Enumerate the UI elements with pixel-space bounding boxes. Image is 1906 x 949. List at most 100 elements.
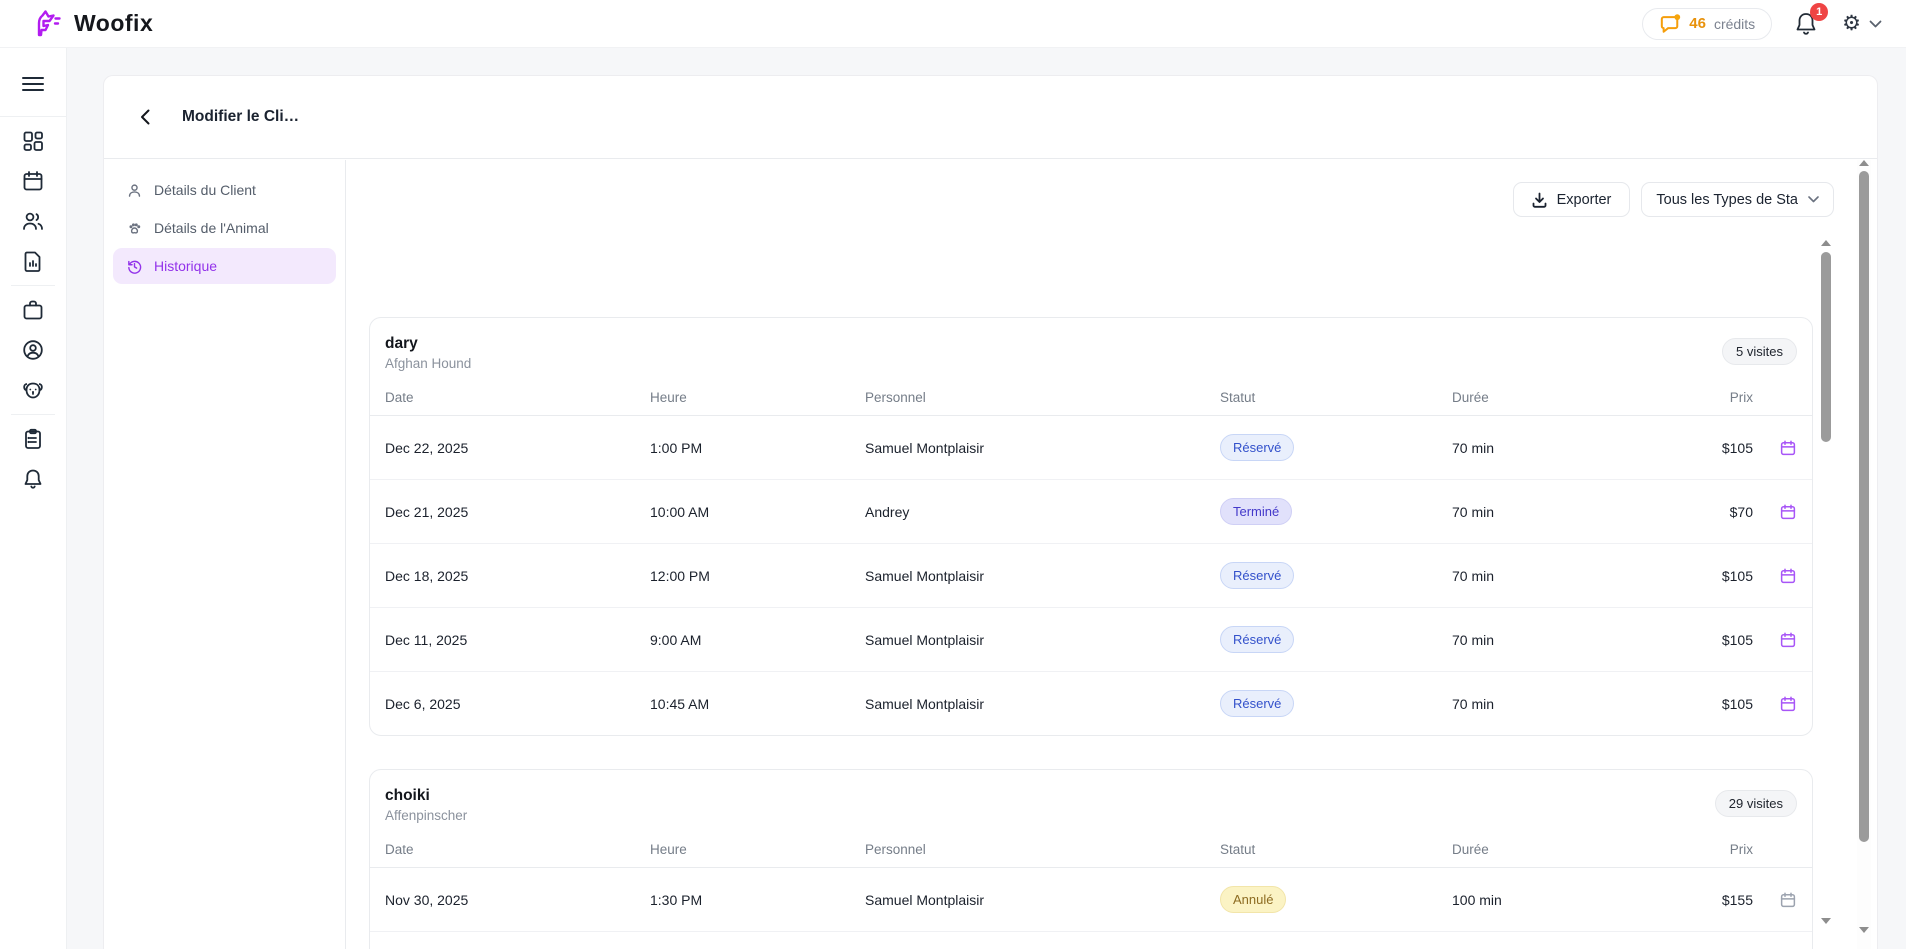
back-button[interactable] xyxy=(130,102,160,132)
visit-time: 10:00 AM xyxy=(650,504,865,520)
visit-date: Dec 6, 2025 xyxy=(385,696,650,712)
visit-status-cell: Terminé xyxy=(1220,498,1452,526)
visit-time: 10:45 AM xyxy=(650,696,865,712)
credits-pill[interactable]: 46 crédits xyxy=(1642,8,1772,40)
visit-staff: Andrey xyxy=(865,504,1220,520)
table-header-row: DateHeurePersonnelStatutDuréePrix xyxy=(370,379,1812,415)
sidebar-item-clients[interactable] xyxy=(13,203,53,239)
visit-row[interactable]: Nov 5, 2025 11:00 AM Isabella Terminé 70… xyxy=(370,931,1812,949)
status-type-filter[interactable]: Tous les Types de Sta xyxy=(1641,182,1834,217)
visit-time: 1:30 PM xyxy=(650,892,865,908)
column-header: Date xyxy=(385,842,650,857)
visit-calendar-cell[interactable] xyxy=(1753,503,1797,521)
sidebar-item-calendar[interactable] xyxy=(13,163,53,199)
sidebar-item-staff[interactable] xyxy=(13,332,53,368)
visit-date: Dec 18, 2025 xyxy=(385,568,650,584)
subnav-item-pet-details[interactable]: Détails de l'Animal xyxy=(113,210,336,246)
visit-calendar-cell[interactable] xyxy=(1753,439,1797,457)
collapse-menu-button[interactable] xyxy=(13,66,53,102)
scrollbar-thumb[interactable] xyxy=(1859,171,1869,842)
visit-price: $70 xyxy=(1699,504,1753,520)
visit-calendar-cell[interactable] xyxy=(1753,631,1797,649)
visit-price: $105 xyxy=(1699,568,1753,584)
visit-row[interactable]: Dec 6, 2025 10:45 AM Samuel Montplaisir … xyxy=(370,671,1812,735)
export-label: Exporter xyxy=(1557,192,1612,208)
column-header: Statut xyxy=(1220,390,1452,405)
pet-name: dary xyxy=(385,335,471,353)
calendar-icon xyxy=(1779,439,1797,457)
pet-history-card: choiki Affenpinscher 29 visites DateHeur… xyxy=(369,769,1813,949)
brand-name: Woofix xyxy=(74,10,153,37)
column-header: Prix xyxy=(1699,390,1753,405)
outer-scrollbar[interactable] xyxy=(1857,160,1871,949)
sidebar-item-services[interactable] xyxy=(13,292,53,328)
sidebar-item-dashboard[interactable] xyxy=(13,123,53,159)
dog-face-icon xyxy=(21,378,45,402)
subnav-item-history[interactable]: Historique xyxy=(113,248,336,284)
sidebar-item-reports[interactable] xyxy=(13,243,53,279)
divider xyxy=(11,285,55,286)
notification-count-badge: 1 xyxy=(1810,3,1828,21)
sidebar-item-tasks[interactable] xyxy=(13,421,53,457)
visit-date: Dec 11, 2025 xyxy=(385,632,650,648)
edit-client-panel: Modifier le Cli… Détails du Client Détai… xyxy=(103,75,1878,949)
chevron-down-icon xyxy=(1808,196,1819,203)
visit-row[interactable]: Dec 21, 2025 10:00 AM Andrey Terminé 70 … xyxy=(370,479,1812,543)
history-toolbar: Exporter Tous les Types de Sta xyxy=(346,160,1877,217)
client-subnav: Détails du Client Détails de l'Animal Hi… xyxy=(104,160,346,949)
visit-price: $105 xyxy=(1699,696,1753,712)
visit-row[interactable]: Dec 11, 2025 9:00 AM Samuel Montplaisir … xyxy=(370,607,1812,671)
visit-price: $105 xyxy=(1699,440,1753,456)
visit-row[interactable]: Nov 30, 2025 1:30 PM Samuel Montplaisir … xyxy=(370,867,1812,931)
column-header: Personnel xyxy=(865,842,1220,857)
visit-status-cell: Réservé xyxy=(1220,690,1452,718)
settings-menu-button[interactable]: ⚙ xyxy=(1842,13,1882,34)
pet-history-card: dary Afghan Hound 5 visites DateHeurePer… xyxy=(369,317,1813,736)
sidebar-item-pets[interactable] xyxy=(13,372,53,408)
visit-row[interactable]: Dec 18, 2025 12:00 PM Samuel Montplaisir… xyxy=(370,543,1812,607)
credits-label: crédits xyxy=(1714,16,1755,32)
visit-staff: Samuel Montplaisir xyxy=(865,696,1220,712)
pet-breed: Affenpinscher xyxy=(385,808,467,823)
export-button[interactable]: Exporter xyxy=(1513,182,1631,217)
scroll-down-arrow[interactable] xyxy=(1859,927,1869,933)
sidebar-item-notifications[interactable] xyxy=(13,461,53,497)
visit-status-cell: Annulé xyxy=(1220,886,1452,914)
pet-name: choiki xyxy=(385,787,467,805)
visit-status-cell: Réservé xyxy=(1220,562,1452,590)
visit-calendar-cell[interactable] xyxy=(1753,891,1797,909)
subnav-label: Historique xyxy=(154,258,217,274)
visit-staff: Samuel Montplaisir xyxy=(865,892,1220,908)
scrollbar-thumb[interactable] xyxy=(1821,252,1831,442)
calendar-icon xyxy=(1779,567,1797,585)
visit-calendar-cell[interactable] xyxy=(1753,695,1797,713)
hamburger-icon xyxy=(22,76,44,92)
visit-calendar-cell[interactable] xyxy=(1753,567,1797,585)
scroll-down-arrow[interactable] xyxy=(1821,918,1831,924)
gear-icon: ⚙ xyxy=(1842,13,1861,34)
page-title: Modifier le Cli… xyxy=(182,108,299,126)
visit-staff: Samuel Montplaisir xyxy=(865,568,1220,584)
chat-credits-icon xyxy=(1659,14,1681,34)
visit-row[interactable]: Dec 22, 2025 1:00 PM Samuel Montplaisir … xyxy=(370,415,1812,479)
visit-duration: 70 min xyxy=(1452,632,1699,648)
status-badge: Réservé xyxy=(1220,434,1294,462)
user-icon xyxy=(125,182,143,199)
visit-time: 12:00 PM xyxy=(650,568,865,584)
brand-logo[interactable]: Woofix xyxy=(30,6,153,42)
notifications-button[interactable]: 1 xyxy=(1794,11,1820,37)
history-content: Exporter Tous les Types de Sta dary Afgh… xyxy=(346,160,1877,949)
pet-card-header: dary Afghan Hound 5 visites xyxy=(370,318,1812,379)
visit-date: Dec 21, 2025 xyxy=(385,504,650,520)
subnav-item-client-details[interactable]: Détails du Client xyxy=(113,172,336,208)
dashboard-icon xyxy=(21,129,45,153)
column-header: Statut xyxy=(1220,842,1452,857)
visit-duration: 70 min xyxy=(1452,696,1699,712)
scroll-up-arrow[interactable] xyxy=(1821,240,1831,246)
calendar-icon xyxy=(1779,695,1797,713)
status-badge: Réservé xyxy=(1220,690,1294,718)
inner-scrollbar[interactable] xyxy=(1819,240,1833,936)
scroll-up-arrow[interactable] xyxy=(1859,160,1869,166)
status-badge: Réservé xyxy=(1220,562,1294,590)
users-icon xyxy=(21,209,45,233)
